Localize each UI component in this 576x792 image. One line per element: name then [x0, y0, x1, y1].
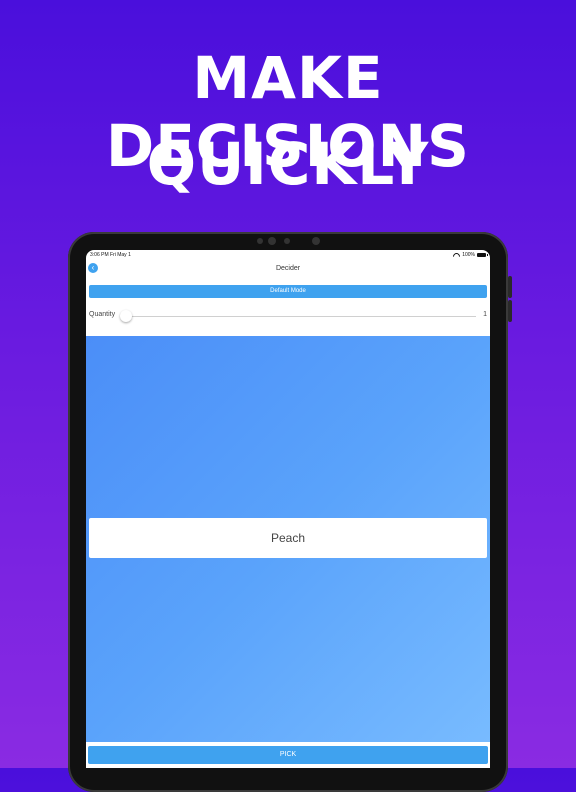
camera-icon [312, 237, 320, 245]
headline-line-2: QUICKLY [146, 130, 430, 198]
result-text: Peach [270, 531, 306, 545]
wifi-icon [453, 253, 460, 258]
volume-down-button [508, 300, 512, 322]
page-title: Decider [275, 265, 301, 272]
pick-button[interactable]: PICK [88, 746, 488, 764]
status-time: 3:06 PM Fri May 1 [90, 252, 131, 258]
battery-percent: 100% [462, 252, 475, 258]
quantity-value: 1 [483, 311, 487, 318]
app-screen: 3:06 PM Fri May 1 100% ‹ Decider Default… [86, 250, 490, 768]
status-right: 100% [453, 252, 488, 258]
quantity-slider-thumb[interactable] [120, 310, 132, 322]
status-bar: 3:06 PM Fri May 1 100% [86, 250, 490, 260]
quantity-row: Quantity 1 [86, 306, 490, 326]
quantity-label: Quantity [89, 311, 116, 318]
nav-bar: ‹ Decider [86, 260, 490, 282]
camera-icon [268, 237, 276, 245]
result-area: Peach [86, 336, 490, 742]
result-card: Peach [89, 518, 487, 558]
volume-up-button [508, 276, 512, 298]
quantity-slider-track[interactable] [124, 316, 476, 317]
camera-bar [250, 236, 330, 246]
mode-button[interactable]: Default Mode [89, 285, 487, 298]
battery-icon [477, 253, 488, 257]
sensor-icon [257, 238, 263, 244]
sensor-icon [284, 238, 290, 244]
